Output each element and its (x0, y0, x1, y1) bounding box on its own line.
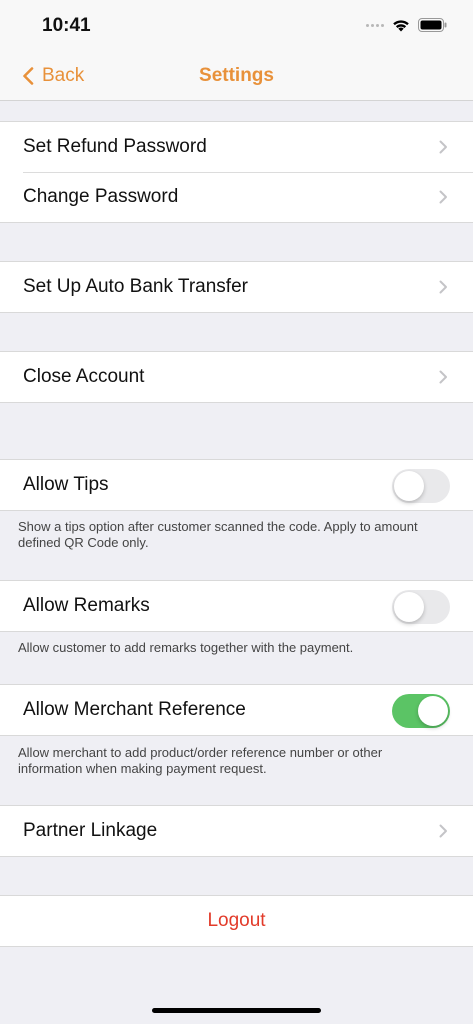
chevron-left-icon (23, 67, 34, 85)
close-account-group: Close Account (0, 351, 473, 403)
allow-remarks-toggle[interactable] (392, 590, 450, 624)
chevron-right-icon (439, 824, 447, 838)
logout-button[interactable]: Logout (0, 896, 473, 946)
toggle-knob (394, 592, 424, 622)
partner-linkage-group: Partner Linkage (0, 805, 473, 857)
auto-bank-transfer-row[interactable]: Set Up Auto Bank Transfer (0, 262, 473, 312)
bank-transfer-group: Set Up Auto Bank Transfer (0, 261, 473, 313)
allow-tips-row: Allow Tips (0, 460, 473, 510)
back-label: Back (42, 65, 85, 86)
set-refund-password-row[interactable]: Set Refund Password (0, 122, 473, 172)
chevron-right-icon (439, 140, 447, 154)
close-account-label: Close Account (23, 366, 145, 387)
allow-remarks-group: Allow Remarks (0, 580, 473, 632)
status-time: 10:41 (42, 15, 91, 36)
logout-group: Logout (0, 895, 473, 947)
battery-icon (418, 18, 447, 32)
wifi-icon (393, 20, 409, 32)
toggle-knob (394, 471, 424, 501)
allow-remarks-label: Allow Remarks (23, 595, 150, 616)
status-icons (366, 18, 447, 32)
change-password-label: Change Password (23, 186, 179, 207)
chevron-right-icon (439, 370, 447, 384)
allow-tips-group: Allow Tips (0, 459, 473, 511)
change-password-row[interactable]: Change Password (0, 172, 473, 222)
allow-merchant-reference-note: Allow merchant to add product/order refe… (18, 745, 383, 776)
auto-bank-transfer-label: Set Up Auto Bank Transfer (23, 276, 248, 297)
allow-remarks-note: Allow customer to add remarks together w… (18, 640, 354, 655)
navigation-bar: Settings Back (0, 50, 473, 101)
partner-linkage-row[interactable]: Partner Linkage (0, 806, 473, 856)
password-settings-group: Set Refund Password Change Password (0, 121, 473, 223)
close-account-row[interactable]: Close Account (0, 352, 473, 402)
allow-tips-note: Show a tips option after customer scanne… (18, 519, 418, 550)
home-indicator (152, 1008, 321, 1013)
cellular-signal-icon (366, 23, 384, 27)
allow-merchant-reference-group: Allow Merchant Reference (0, 684, 473, 736)
allow-merchant-reference-row: Allow Merchant Reference (0, 685, 473, 735)
allow-tips-label: Allow Tips (23, 474, 109, 495)
allow-merchant-reference-toggle[interactable] (392, 694, 450, 728)
back-button[interactable]: Back (22, 65, 84, 87)
status-bar: 10:41 (0, 0, 473, 50)
toggle-knob (418, 696, 448, 726)
set-refund-password-label: Set Refund Password (23, 136, 207, 157)
chevron-right-icon (439, 280, 447, 294)
allow-tips-toggle[interactable] (392, 469, 450, 503)
partner-linkage-label: Partner Linkage (23, 820, 158, 841)
allow-remarks-row: Allow Remarks (0, 581, 473, 631)
allow-merchant-reference-label: Allow Merchant Reference (23, 699, 246, 720)
chevron-right-icon (439, 190, 447, 204)
